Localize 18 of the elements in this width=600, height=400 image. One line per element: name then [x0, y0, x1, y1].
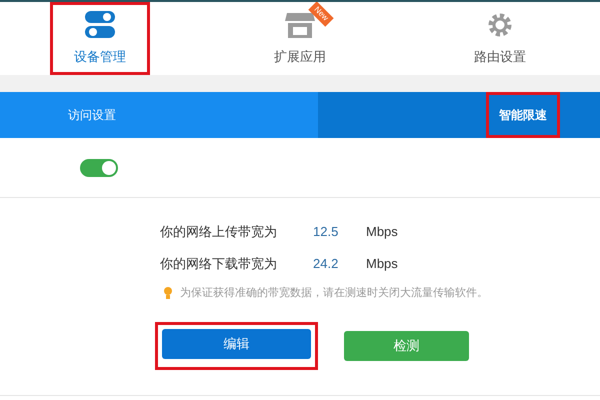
bandwidth-label: 你的网络下载带宽为	[160, 255, 278, 274]
bandwidth-unit: Mbps	[366, 255, 398, 274]
bandwidth-unit: Mbps	[366, 223, 398, 242]
lightbulb-icon	[164, 287, 172, 299]
storefront-icon	[285, 10, 315, 39]
sub-tab[interactable]: 智能限速	[491, 95, 555, 135]
edit-button[interactable]: 编辑	[162, 329, 311, 359]
toggles-icon	[85, 10, 115, 39]
bandwidth-label: 你的网络上传带宽为	[160, 223, 278, 242]
sub-tab[interactable]: 访问设置	[60, 92, 124, 138]
speed-limit-switch[interactable]	[80, 158, 118, 176]
settings-icon	[486, 10, 514, 39]
tip-text: 为保证获得准确的带宽数据，请在测速时关闭大流量传输软件。	[180, 286, 488, 301]
nav-tab[interactable]: 路由设置	[453, 2, 547, 75]
nav-tab[interactable]: 设备管理	[53, 5, 147, 72]
detect-button[interactable]: 检测	[344, 331, 469, 361]
bandwidth-value: 12.5	[313, 223, 340, 242]
bandwidth-value: 24.2	[313, 255, 340, 274]
